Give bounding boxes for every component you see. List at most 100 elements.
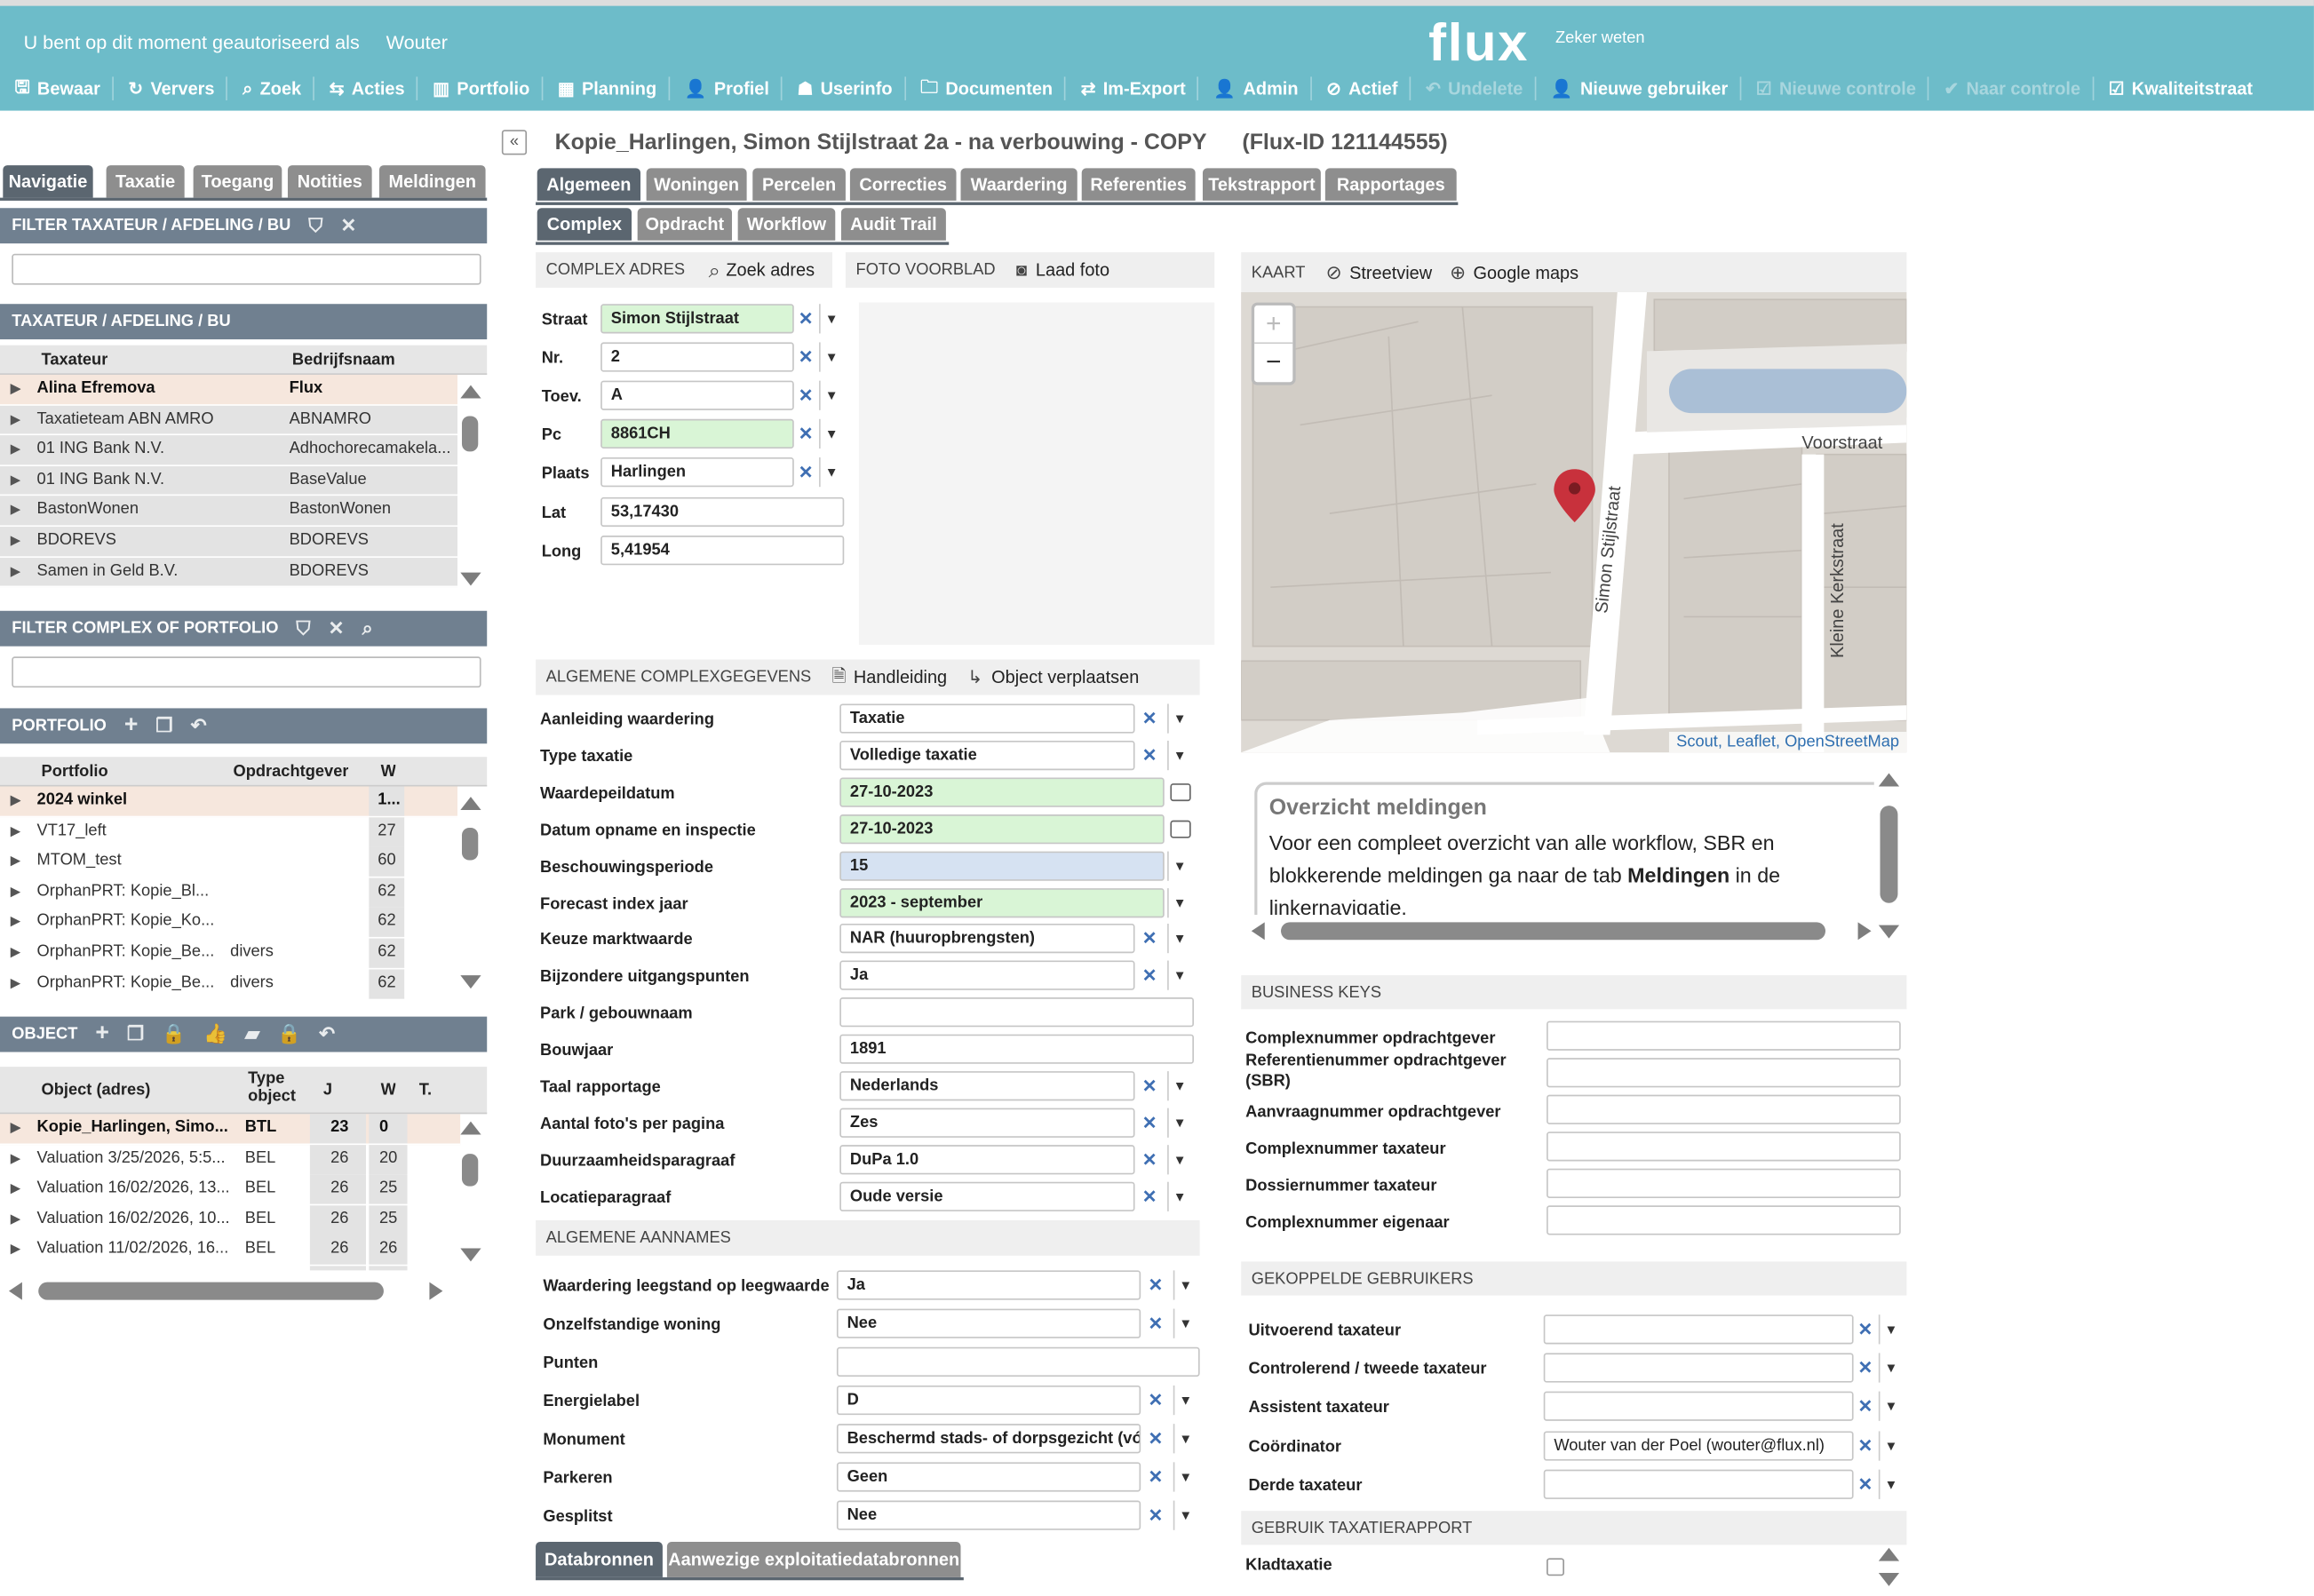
field-aanvraagnummer-opdrachtgever[interactable] [1547,1094,1901,1124]
chevron-down-icon[interactable]: ▼ [1167,1181,1191,1211]
clear-icon[interactable]: ✕ [1138,741,1162,770]
taxateur-row[interactable]: ▶ BDOREVS BDOREVS [0,527,458,558]
scroll-down-icon[interactable] [1878,1572,1900,1586]
chevron-down-icon[interactable]: ▼ [1167,887,1191,917]
tab-percelen[interactable]: Percelen [752,168,846,201]
zoom-out-button[interactable]: − [1254,344,1292,382]
portfolio-row[interactable]: ▶ VT17_left 27 [0,816,458,847]
object-row[interactable]: ▶ Valuation 16/02/2026, 13... BEL 26 25 [0,1174,461,1205]
clear-icon[interactable]: ✕ [1854,1469,1878,1498]
field-coo-rdinator[interactable]: Wouter van der Poel (wouter@flux.nl) [1543,1430,1854,1461]
scroll-up-icon[interactable] [1878,773,1900,787]
chevron-down-icon[interactable]: ▼ [1878,1430,1903,1461]
object-row[interactable]: ▶ Valuation 3/25/2026, 5:5... BEL 26 20 [0,1144,461,1175]
portfolio-row[interactable]: ▶ OrphanPRT: Kopie_Be... divers 62 [0,938,458,969]
clear-icon[interactable]: ✕ [1144,1424,1168,1453]
row-expand-icon[interactable]: ▶ [11,411,20,427]
field-controlerend-tweede-taxateur[interactable] [1543,1353,1854,1383]
tab-workflow[interactable]: Workflow [737,208,836,241]
calendar-icon[interactable] [1170,782,1191,801]
copy-icon[interactable]: ❐ [155,714,172,738]
field-aantal-foto-s-per-pagina[interactable]: Zes [839,1108,1135,1138]
clear-icon[interactable]: ✕ [1854,1354,1878,1383]
menu-im-export[interactable]: ⇄ Im-Export [1066,76,1199,100]
tab-meldingen[interactable]: Meldingen [378,165,486,198]
field-derde-taxateur[interactable] [1543,1469,1854,1499]
field-waardepeildatum[interactable]: 27-10-2023 [839,777,1165,807]
row-expand-icon[interactable]: ▶ [11,1120,20,1136]
copy-icon[interactable]: ❐ [127,1022,144,1046]
chevron-down-icon[interactable]: ▼ [819,342,843,372]
menu-bewaar[interactable]: 🖫 Bewaar [0,76,114,100]
field-waardering-leegstand-op-leegwaarde[interactable]: Ja [836,1270,1141,1300]
clear-icon[interactable]: ✕ [1138,1071,1162,1100]
menu-planning[interactable]: ▦ Planning [543,76,671,100]
clear-icon[interactable]: ✕ [1854,1431,1878,1460]
field-parkeren[interactable]: Geen [836,1462,1141,1492]
taxateur-row[interactable]: ▶ 01 ING Bank N.V. BaseValue [0,465,458,496]
tab-navigatie[interactable]: Navigatie [3,165,93,198]
calendar-icon[interactable] [1170,820,1191,838]
menu-nieuwe-gebruiker[interactable]: 👤 Nieuwe gebruiker [1536,76,1742,100]
scroll-up-icon[interactable] [1878,1547,1900,1561]
row-expand-icon[interactable]: ▶ [11,822,20,838]
col-bedrijfsnaam[interactable]: Bedrijfsnaam [292,351,395,369]
row-expand-icon[interactable]: ▶ [11,533,20,549]
row-expand-icon[interactable]: ▶ [11,914,20,930]
tab-complex[interactable]: Complex [537,208,632,241]
laad-foto-button[interactable]: Laad foto [1036,259,1109,280]
scroll-down-icon[interactable] [460,975,481,989]
scroll-down-icon[interactable] [460,572,481,586]
tab-algemeen[interactable]: Algemeen [537,168,641,201]
field-bijzondere-uitgangspunten[interactable]: Ja [839,960,1135,991]
menu-undelete[interactable]: ↶ Undelete [1411,76,1537,100]
chevron-down-icon[interactable]: ▼ [1173,1424,1197,1454]
menu-actief[interactable]: ⊘ Actief [1311,76,1411,100]
chevron-down-icon[interactable]: ▼ [1167,1108,1191,1138]
tab-woningen[interactable]: Woningen [646,168,747,201]
lock-closed-icon[interactable]: 🔒 [277,1022,301,1046]
portfolio-scrollbar[interactable] [460,789,479,997]
taxateur-row[interactable]: ▶ Samen in Geld B.V. BDOREVS [0,557,458,588]
row-expand-icon[interactable]: ▶ [11,944,20,960]
map-view[interactable]: Voorstraat Simon Stijlstraat Kleine Kerk… [1241,291,1907,753]
scroll-up-icon[interactable] [460,797,481,811]
streetview-icon[interactable]: ⊘ [1326,260,1342,284]
chevron-down-icon[interactable]: ▼ [1167,703,1191,734]
field-uitvoerend-taxateur[interactable] [1543,1314,1854,1345]
scroll-right-icon[interactable] [1857,922,1872,941]
filter-icon[interactable]: ⛉ [296,616,310,640]
field-pc[interactable]: 8861CH [600,419,794,449]
col-t[interactable]: T. [419,1082,432,1100]
menu-acties[interactable]: ⇆ Acties [314,76,418,100]
clear-icon[interactable]: ✕ [1144,1309,1168,1338]
portfolio-row[interactable]: ▶ 2024 winkel 1... [0,786,458,817]
camera-icon[interactable]: ◙ [1016,259,1027,280]
portfolio-row[interactable]: ▶ OrphanPRT: Kopie_Ko... 62 [0,908,458,939]
col-portfolio[interactable]: Portfolio [42,763,108,781]
field-referentienummer-opdrachtgever-sbr[interactable] [1547,1058,1901,1088]
globe-icon[interactable]: ⊕ [1450,260,1466,284]
undo-icon[interactable]: ↶ [319,1022,335,1046]
clear-icon[interactable]: ✕ [1144,1501,1168,1530]
comment-icon[interactable]: ▰ [245,1022,260,1046]
field-onzelfstandige-woning[interactable]: Nee [836,1308,1141,1338]
object-row[interactable]: ▶ Valuation 16/02/2026, 10... BEL 26 25 [0,1204,461,1236]
add-icon[interactable]: + [95,1021,109,1048]
chevron-down-icon[interactable]: ▼ [1878,1392,1903,1422]
chevron-down-icon[interactable]: ▼ [1167,960,1191,991]
col-type-object[interactable]: Type object [248,1069,304,1105]
zoom-search-icon[interactable]: ⌕ [362,616,373,640]
row-expand-icon[interactable]: ▶ [11,1150,20,1166]
field-locatieparagraaf[interactable]: Oude versie [839,1181,1135,1211]
taxateur-row[interactable]: ▶ 01 ING Bank N.V. Adhochorecamakela... [0,435,458,466]
chevron-down-icon[interactable]: ▼ [1167,924,1191,954]
row-expand-icon[interactable]: ▶ [11,502,20,518]
streetview-button[interactable]: Streetview [1349,262,1432,282]
chevron-down-icon[interactable]: ▼ [1878,1314,1903,1345]
row-expand-icon[interactable]: ▶ [11,563,20,579]
clear-icon[interactable]: ✕ [1144,1462,1168,1491]
clear-icon[interactable]: ✕ [794,343,818,372]
tab-exploitatiedatabronnen[interactable]: Aanwezige exploitatiedatabronnen [666,1542,961,1577]
tab-rapportages[interactable]: Rapportages [1324,168,1457,201]
